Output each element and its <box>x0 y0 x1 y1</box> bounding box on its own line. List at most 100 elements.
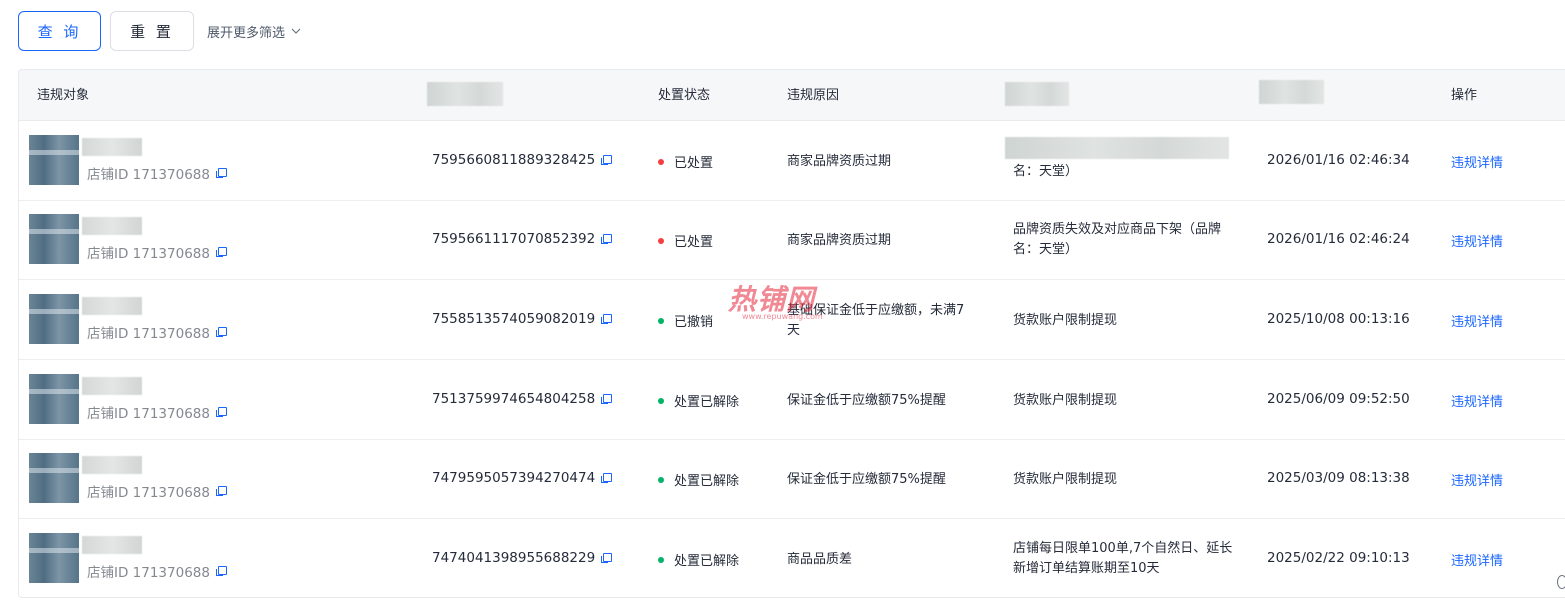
status-dot <box>658 397 664 404</box>
penalty-measure: 名：天堂） <box>1013 164 1079 179</box>
violation-detail-link[interactable]: 违规详情 <box>1451 550 1503 569</box>
header-redacted-2 <box>1005 82 1069 106</box>
violation-detail-link[interactable]: 违规详情 <box>1451 470 1503 489</box>
copy-icon[interactable] <box>215 407 227 417</box>
ticket-id: 7595660811889328425 <box>432 152 613 168</box>
copy-icon[interactable] <box>215 168 227 178</box>
shop-avatar <box>29 453 79 503</box>
violation-detail-link[interactable]: 违规详情 <box>1451 152 1503 171</box>
violation-detail-link[interactable]: 违规详情 <box>1451 311 1503 330</box>
expand-filters-label: 展开更多筛选 <box>207 25 286 41</box>
expand-filters-toggle[interactable]: 展开更多筛选 <box>207 22 301 41</box>
violation-time: 2025/02/22 09:10:13 <box>1267 550 1410 566</box>
ticket-id: 7479595057394270474 <box>432 470 613 486</box>
violation-time: 2025/10/08 00:13:16 <box>1267 311 1410 327</box>
status-text: 处置已解除 <box>674 395 740 410</box>
penalty-measure: 货款账户限制提现 <box>1013 313 1118 328</box>
shop-id-text: 店铺ID 171370688 <box>87 326 210 342</box>
shop-avatar <box>29 294 79 344</box>
status-text: 已处置 <box>674 156 714 171</box>
table-row: 店铺ID 171370688 7595660811889328425 已处置 商… <box>19 121 1565 201</box>
violation-detail-link[interactable]: 违规详情 <box>1451 231 1503 250</box>
shop-name-redacted <box>82 217 142 235</box>
status-dot <box>658 158 664 165</box>
shop-id: 店铺ID 171370688 <box>87 322 227 342</box>
violation-reason: 商品品质差 <box>787 552 853 567</box>
table-row: 店铺ID 171370688 7595661117070852392 已处置 商… <box>19 200 1565 280</box>
status-badge: 处置已解除 <box>658 470 739 489</box>
status-dot <box>658 476 664 483</box>
shop-name-redacted <box>82 377 142 395</box>
shop-name-redacted <box>82 536 142 554</box>
ticket-id-text: 7595661117070852392 <box>432 231 596 247</box>
violation-time: 2025/03/09 08:13:38 <box>1267 470 1410 486</box>
header-target: 违规对象 <box>37 88 90 103</box>
shop-id-text: 店铺ID 171370688 <box>87 406 210 422</box>
violation-reason: 商家品牌资质过期 <box>787 154 892 169</box>
ticket-id-text: 7513759974654804258 <box>432 391 596 407</box>
violation-reason: 商家品牌资质过期 <box>787 233 892 248</box>
filter-toolbar: 查 询 重 置 展开更多筛选 <box>18 11 301 51</box>
violation-time: 2026/01/16 02:46:34 <box>1267 152 1410 168</box>
ticket-id: 7513759974654804258 <box>432 391 613 407</box>
table-row: 店铺ID 171370688 7474041398955688229 处置已解除… <box>19 519 1565 597</box>
ticket-id: 7474041398955688229 <box>432 550 613 566</box>
ticket-id-text: 7474041398955688229 <box>432 550 596 566</box>
copy-icon[interactable] <box>215 486 227 496</box>
violation-time: 2025/06/09 09:52:50 <box>1267 391 1410 407</box>
copy-icon[interactable] <box>215 247 227 257</box>
status-badge: 已处置 <box>658 231 713 250</box>
shop-id: 店铺ID 171370688 <box>87 242 227 262</box>
ticket-id: 7558513574059082019 <box>432 311 613 327</box>
copy-icon[interactable] <box>601 155 613 165</box>
copy-icon[interactable] <box>601 314 613 324</box>
status-badge: 已撤销 <box>658 311 713 330</box>
copy-icon[interactable] <box>601 394 613 404</box>
violation-reason: 保证金低于应缴额75%提醒 <box>787 472 946 487</box>
status-badge: 已处置 <box>658 152 713 171</box>
violation-reason: 基础保证金低于应缴额，未满7天 <box>787 303 965 338</box>
shop-name-redacted <box>82 297 142 315</box>
copy-icon[interactable] <box>601 234 613 244</box>
status-badge: 处置已解除 <box>658 550 739 569</box>
ticket-id-text: 7558513574059082019 <box>432 311 596 327</box>
penalty-measure: 品牌资质失效及对应商品下架（品牌名：天堂） <box>1013 222 1222 257</box>
status-dot <box>658 556 664 563</box>
header-reason: 违规原因 <box>787 88 840 103</box>
violation-reason: 保证金低于应缴额75%提醒 <box>787 393 946 408</box>
shop-avatar <box>29 374 79 424</box>
table-row: 店铺ID 171370688 7479595057394270474 处置已解除… <box>19 439 1565 519</box>
shop-name-redacted <box>82 456 142 474</box>
table-header: 违规对象 处置状态 违规原因 操作 <box>19 70 1565 121</box>
header-redacted-3 <box>1259 80 1324 104</box>
ticket-id-text: 7595660811889328425 <box>432 152 596 168</box>
shop-id: 店铺ID 171370688 <box>87 402 227 422</box>
status-text: 处置已解除 <box>674 554 740 569</box>
penalty-measure: 货款账户限制提现 <box>1013 393 1118 408</box>
shop-id-text: 店铺ID 171370688 <box>87 167 210 183</box>
shop-id-text: 店铺ID 171370688 <box>87 246 210 262</box>
status-text: 已撤销 <box>674 315 714 330</box>
measure-redacted <box>1005 137 1229 159</box>
violation-detail-link[interactable]: 违规详情 <box>1451 391 1503 410</box>
copy-icon[interactable] <box>215 566 227 576</box>
ticket-id: 7595661117070852392 <box>432 231 613 247</box>
shop-avatar <box>29 533 79 583</box>
query-button[interactable]: 查 询 <box>18 11 101 51</box>
chevron-down-icon <box>291 28 301 34</box>
copy-icon[interactable] <box>601 553 613 563</box>
ticket-id-text: 7479595057394270474 <box>432 470 596 486</box>
shop-avatar <box>29 214 79 264</box>
copy-icon[interactable] <box>215 327 227 337</box>
shop-avatar <box>29 135 79 185</box>
header-status: 处置状态 <box>658 88 711 103</box>
help-icon[interactable] <box>1557 575 1565 589</box>
violation-time: 2026/01/16 02:46:24 <box>1267 231 1410 247</box>
violation-table: 违规对象 处置状态 违规原因 操作 店铺ID 171370688 7595660… <box>18 69 1565 598</box>
shop-id: 店铺ID 171370688 <box>87 163 227 183</box>
status-text: 处置已解除 <box>674 474 740 489</box>
copy-icon[interactable] <box>601 473 613 483</box>
table-row: 店铺ID 171370688 7513759974654804258 处置已解除… <box>19 360 1565 440</box>
status-dot <box>658 237 664 244</box>
reset-button[interactable]: 重 置 <box>110 11 194 51</box>
